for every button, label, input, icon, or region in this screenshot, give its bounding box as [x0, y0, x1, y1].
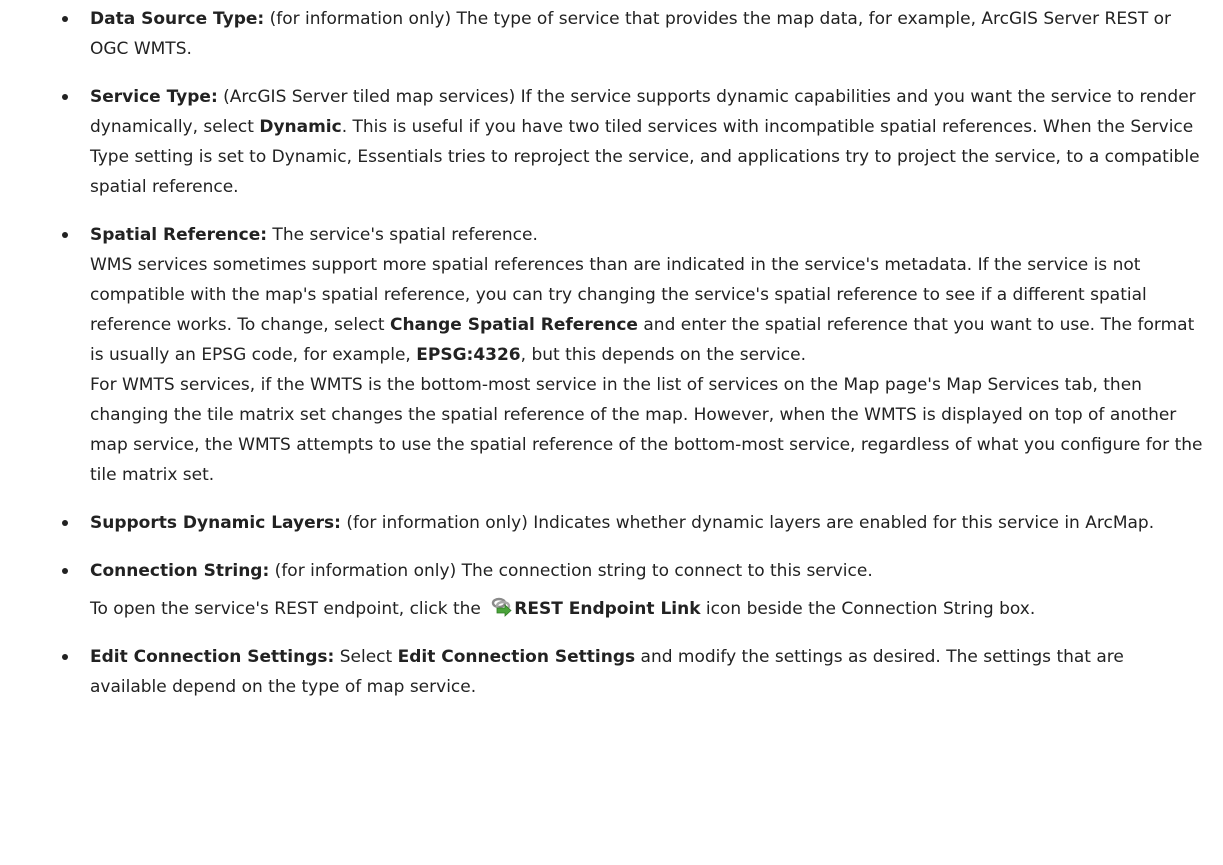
term-label: Connection String:: [90, 561, 270, 581]
item-paragraph: Connection String: (for information only…: [90, 556, 1203, 586]
bold-option: Change Spatial Reference: [389, 315, 638, 335]
description-text: icon beside the Connection String box.: [700, 599, 1036, 619]
term-label: Data Source Type:: [90, 9, 265, 29]
list-item-service-type: Service Type: (ArcGIS Server tiled map s…: [0, 82, 1203, 202]
term-label: Supports Dynamic Layers:: [90, 513, 341, 533]
bold-option: Dynamic: [259, 117, 342, 137]
rest-endpoint-link-icon: [490, 595, 512, 617]
bullet: [62, 16, 68, 22]
bold-option: Edit Connection Settings: [397, 647, 636, 667]
list-item-connection-string: Connection String: (for information only…: [0, 556, 1203, 624]
list-item-supports-dynamic-layers: Supports Dynamic Layers: (for informatio…: [0, 508, 1203, 538]
item-paragraph: Supports Dynamic Layers: (for informatio…: [90, 508, 1203, 538]
bold-option: REST Endpoint Link: [514, 599, 701, 619]
bullet: [62, 232, 68, 238]
wms-paragraph: WMS services sometimes support more spat…: [90, 250, 1203, 370]
description-text: (for information only) The connection st…: [269, 561, 873, 581]
bullet: [62, 94, 68, 100]
document-body: Data Source Type: (for information only)…: [0, 0, 1223, 702]
description-text: The service's spatial reference.: [267, 225, 538, 245]
item-paragraph: Spatial Reference: The service's spatial…: [90, 220, 1203, 250]
wmts-paragraph: For WMTS services, if the WMTS is the bo…: [90, 375, 1203, 485]
settings-list: Data Source Type: (for information only)…: [0, 4, 1203, 702]
bullet: [62, 654, 68, 660]
item-paragraph: Service Type: (ArcGIS Server tiled map s…: [90, 82, 1203, 202]
list-item-data-source-type: Data Source Type: (for information only)…: [0, 4, 1203, 64]
list-item-edit-connection-settings: Edit Connection Settings: Select Edit Co…: [0, 642, 1203, 702]
term-label: Service Type:: [90, 87, 218, 107]
rest-endpoint-paragraph: To open the service's REST endpoint, cli…: [90, 594, 1203, 624]
bullet: [62, 520, 68, 526]
item-paragraph: Edit Connection Settings: Select Edit Co…: [90, 642, 1203, 702]
item-paragraph: Data Source Type: (for information only)…: [90, 4, 1203, 64]
description-text: Select: [334, 647, 398, 667]
description-text: To open the service's REST endpoint, cli…: [90, 599, 487, 619]
list-item-spatial-reference: Spatial Reference: The service's spatial…: [0, 220, 1203, 490]
bold-code: EPSG:4326: [416, 345, 521, 365]
term-label: Spatial Reference:: [90, 225, 268, 245]
description-text: (for information only) Indicates whether…: [340, 513, 1155, 533]
description-text: , but this depends on the service.: [520, 345, 807, 365]
bullet: [62, 568, 68, 574]
term-label: Edit Connection Settings:: [90, 647, 335, 667]
